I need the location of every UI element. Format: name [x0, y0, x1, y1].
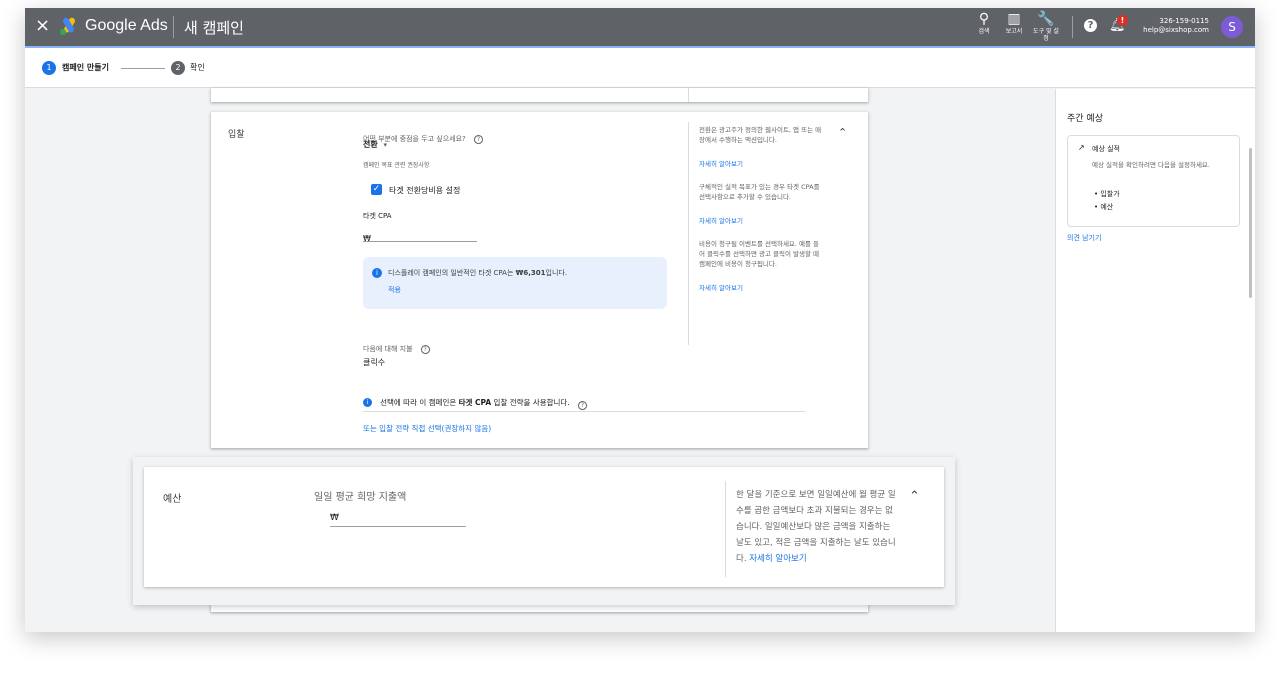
app-window: × Google Ads 새 캠페인 ⚲ 검색 ▥ 보고서 🔧 도구 및 설정 … [25, 8, 1255, 632]
notifications-button[interactable]: 🔔︎ ! [1109, 15, 1128, 33]
pay-for-label: 다음에 대해 지불 ? [363, 336, 430, 355]
stepper: 1 캠페인 만들기 2 확인 [25, 48, 1255, 88]
budget-label: 예산 [163, 494, 182, 505]
account-id: 326-159-0115 [1159, 17, 1209, 25]
step-connector [121, 68, 165, 69]
strategy-info-icon: i [363, 398, 372, 407]
trending-icon: ↗ [1078, 143, 1085, 152]
step-1-number: 1 [42, 61, 56, 75]
budget-help-divider [725, 481, 726, 577]
info-banner: i 디스플레이 캠페인의 일반적인 타겟 CPA는 ₩6,301입니다. 적용 [363, 257, 667, 309]
bidding-label: 입찰 [228, 130, 245, 140]
step-1-label[interactable]: 캠페인 만들기 [62, 62, 109, 73]
step-2-number: 2 [171, 61, 185, 75]
bidding-card: 입찰 어떤 부분에 중점을 두고 싶으세요? ? 전환 ▾ 캠페인 목표 관련 … [211, 112, 868, 448]
account-info[interactable]: 326-159-0115 help@sixshop.com [1143, 17, 1209, 35]
pay-for-value: 클릭수 [363, 358, 386, 367]
learn-more-link-3[interactable]: 자세히 알아보기 [699, 282, 823, 292]
feedback-link[interactable]: 의견 남기기 [1067, 233, 1101, 243]
account-email: help@sixshop.com [1143, 26, 1209, 34]
search-icon: ⚲ [978, 11, 990, 27]
learn-more-link-2[interactable]: 자세히 알아보기 [699, 215, 823, 225]
target-cpa-input[interactable]: ₩ [363, 226, 477, 243]
close-icon[interactable]: × [35, 17, 50, 35]
budget-learn-more-link[interactable]: 자세히 알아보기 [749, 554, 806, 564]
forecast-metric-title: 예상 실적 [1092, 145, 1120, 153]
currency-symbol: ₩ [363, 234, 371, 243]
notification-badge: ! [1117, 15, 1128, 26]
budget-collapse-chevron-up-icon[interactable]: ⌃ [909, 489, 920, 504]
reports-icon: ▥ [1007, 11, 1021, 27]
forecast-requirements: • 입찰가 • 예산 [1094, 188, 1120, 214]
weekly-forecast-title: 주간 예상 [1067, 114, 1103, 124]
target-cpa-checkbox[interactable]: ✓ [371, 184, 382, 195]
reports-button[interactable]: ▥ 보고서 [998, 11, 1030, 35]
forecast-metric-desc: 예상 실적을 확인하려면 다음을 설정하세요. [1092, 161, 1210, 169]
daily-budget-input[interactable]: ₩ [330, 505, 466, 527]
help-panel-divider [688, 122, 689, 345]
apply-link[interactable]: 적용 [388, 285, 401, 295]
reports-label: 보고서 [1005, 28, 1023, 35]
list-item: • 입찰가 [1094, 190, 1120, 198]
forecast-card: ↗ 예상 실적 예상 실적을 확인하려면 다음을 설정하세요. • 입찰가 • … [1067, 135, 1240, 227]
top-app-bar: × Google Ads 새 캠페인 ⚲ 검색 ▥ 보고서 🔧 도구 및 설정 … [25, 8, 1255, 47]
avatar[interactable]: S [1221, 16, 1243, 38]
previous-section-card [211, 88, 868, 102]
search-button[interactable]: ⚲ 검색 [968, 11, 1000, 35]
tools-label: 도구 및 설정 [1033, 28, 1059, 42]
info-icon: i [372, 268, 382, 278]
focus-dropdown[interactable]: 전환 ▾ [363, 139, 387, 150]
search-label: 검색 [978, 28, 990, 35]
manual-bid-strategy-link[interactable]: 또는 입찰 전략 직접 선택(권장하지 않음) [363, 423, 491, 434]
step-2-label[interactable]: 확인 [190, 62, 205, 73]
daily-budget-label: 일일 평균 희망 지출액 [314, 492, 407, 503]
info-text: 디스플레이 캠페인의 일반적인 타겟 CPA는 ₩6,301입니다. [388, 269, 568, 277]
pay-for-help-icon[interactable]: ? [420, 345, 430, 354]
help-icon[interactable]: ? [1084, 19, 1097, 32]
weekly-forecast-panel: 주간 예상 ↗ 예상 실적 예상 실적을 확인하려면 다음을 설정하세요. • … [1055, 89, 1255, 632]
list-item: • 예산 [1094, 203, 1114, 211]
question-help-icon[interactable]: ? [473, 135, 484, 144]
budget-card: 예산 일일 평균 희망 지출액 ₩ 한 달을 기준으로 보면 일일예산에 월 평… [144, 467, 944, 587]
brand-name: Google Ads [85, 17, 168, 34]
bidding-help-panel: 전환은 광고주가 정의한 웹사이트, 앱 또는 매장에서 수행하는 액션입니다.… [699, 126, 823, 292]
toolbar-divider [1072, 16, 1073, 38]
focus-dropdown-value: 전환 [363, 140, 378, 149]
brand-divider [173, 16, 174, 38]
strategy-summary: i 선택에 따라 이 캠페인은 타겟 CPA 입찰 전략을 사용합니다. ? [363, 392, 805, 412]
page-title: 새 캠페인 [184, 19, 244, 37]
recommendation-text: 캠페인 목표 관련 권장사항 [363, 162, 430, 169]
collapse-chevron-up-icon[interactable]: ⌃ [838, 126, 847, 139]
learn-more-link-1[interactable]: 자세히 알아보기 [699, 158, 823, 168]
target-cpa-label: 타겟 CPA [363, 212, 392, 220]
scrollbar[interactable] [1249, 148, 1252, 298]
tools-icon: 🔧 [1037, 11, 1055, 27]
target-cpa-checkbox-label[interactable]: 타겟 전환당비용 설정 [389, 185, 460, 196]
budget-help-text: 한 달을 기준으로 보면 일일예산에 월 평균 일수를 곱한 금액보다 초과 지… [736, 490, 896, 564]
strategy-help-icon[interactable]: ? [577, 401, 587, 410]
dropdown-arrow-icon: ▾ [383, 141, 388, 149]
currency-symbol: ₩ [330, 513, 339, 523]
tools-button[interactable]: 🔧 도구 및 설정 [1031, 11, 1061, 42]
google-ads-logo-icon [60, 17, 75, 35]
